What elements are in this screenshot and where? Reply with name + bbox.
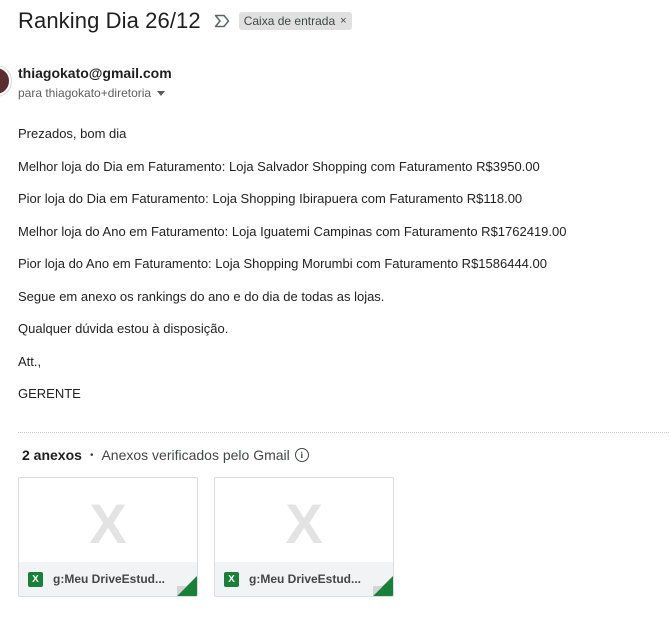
body-line: Melhor loja do Ano em Faturamento: Loja … — [18, 224, 567, 239]
email-view: Ranking Dia 26/12 Caixa de entrada × thi… — [0, 0, 669, 618]
sender-email[interactable]: thiagokato@gmail.com — [18, 65, 172, 81]
attachment-footer: X g:Meu DriveEstud... — [19, 562, 197, 596]
excel-preview-icon: X — [89, 492, 127, 555]
page-fold-icon — [373, 576, 393, 596]
label-chip-text: Caixa de entrada — [243, 13, 336, 28]
attachments-verified-text: Anexos verificados pelo Gmail — [101, 447, 290, 463]
separator-dot: • — [89, 449, 94, 461]
recipient-details-dropdown-icon[interactable] — [157, 90, 166, 96]
attachment-preview: X — [19, 478, 197, 562]
body-line: Att., — [18, 354, 42, 369]
sender-avatar[interactable] — [0, 66, 11, 96]
label-chip-inbox: Caixa de entrada × — [238, 12, 352, 30]
excel-file-icon: X — [28, 571, 43, 587]
attachment-filename: g:Meu DriveEstud... — [53, 572, 165, 586]
attachment-card[interactable]: X X g:Meu DriveEstud... — [214, 477, 394, 597]
body-line: Pior loja do Ano em Faturamento: Loja Sh… — [18, 256, 547, 271]
recipient-text: para thiagokato+diretoria — [18, 86, 152, 100]
body-line: Pior loja do Dia em Faturamento: Loja Sh… — [18, 191, 523, 206]
attachments-count: 2 anexos — [22, 447, 82, 463]
email-subject: Ranking Dia 26/12 — [18, 8, 201, 33]
attachment-filename: g:Meu DriveEstud... — [249, 572, 361, 586]
attachment-card[interactable]: X X g:Meu DriveEstud... — [18, 477, 198, 597]
attachments-divider — [18, 432, 669, 433]
attachment-footer: X g:Meu DriveEstud... — [215, 562, 393, 596]
body-line: Segue em anexo os rankings do ano e do d… — [18, 289, 385, 304]
remove-label-button[interactable]: × — [340, 15, 346, 27]
attachment-preview: X — [215, 478, 393, 562]
excel-file-icon: X — [224, 571, 239, 587]
body-line: Prezados, bom dia — [18, 126, 127, 141]
excel-preview-icon: X — [285, 492, 323, 555]
body-line: GERENTE — [18, 386, 81, 401]
subject-row: Ranking Dia 26/12 Caixa de entrada × — [18, 6, 352, 36]
recipient-line: para thiagokato+diretoria — [18, 86, 166, 100]
page-fold-icon — [177, 576, 197, 596]
attachments-header: 2 anexos • Anexos verificados pelo Gmail… — [22, 447, 309, 463]
body-line: Melhor loja do Dia em Faturamento: Loja … — [18, 159, 540, 174]
info-icon[interactable]: i — [294, 448, 309, 462]
body-line: Qualquer dúvida estou à disposição. — [18, 321, 229, 336]
important-marker-icon[interactable] — [214, 14, 230, 28]
